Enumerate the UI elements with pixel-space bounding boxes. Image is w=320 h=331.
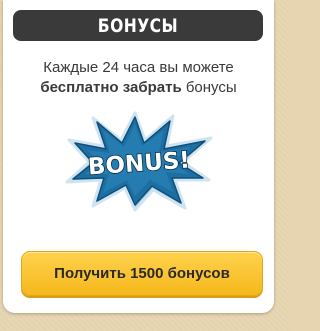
claim-button-label: Получить 1500 бонусов [54, 265, 230, 282]
description-line-1: Каждые 24 часа вы можете [43, 59, 234, 76]
description-bold-text: бесплатно забрать [40, 79, 182, 96]
description-rest-text: бонусы [185, 79, 237, 96]
description-line-2: бесплатно забрать бонусы [3, 78, 274, 98]
bonus-burst-icon: BONUS! [65, 111, 213, 212]
bonus-description: Каждые 24 часа вы можете бесплатно забра… [3, 58, 274, 98]
card-title: БОНУСЫ [97, 14, 179, 37]
bonus-card: БОНУСЫ Каждые 24 часа вы можете бесплатн… [3, 0, 274, 313]
claim-bonus-button[interactable]: Получить 1500 бонусов [21, 251, 263, 296]
card-header: БОНУСЫ [13, 10, 263, 41]
